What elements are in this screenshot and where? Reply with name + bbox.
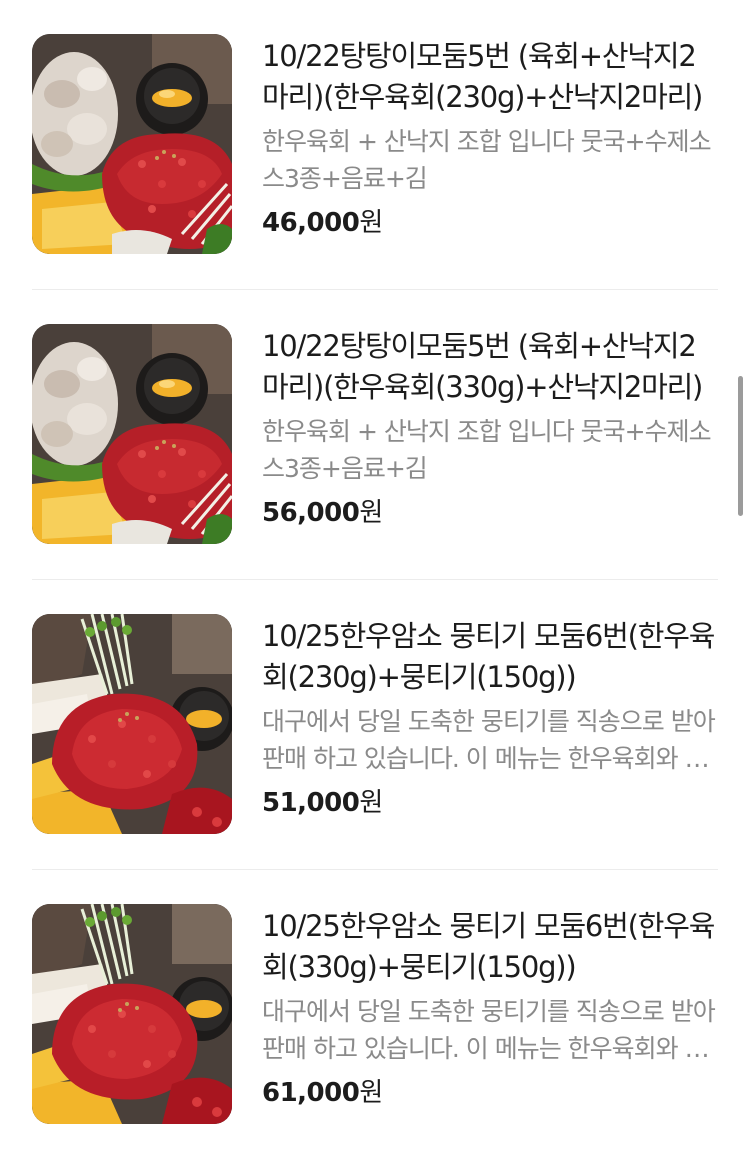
price-value: 51,000 xyxy=(262,788,360,818)
menu-item[interactable]: 10/25한우암소 뭉티기 모둠6번(한우육회(230g)+뭉티기(150g))… xyxy=(32,614,718,864)
menu-item-image xyxy=(32,324,232,544)
divider xyxy=(32,869,718,870)
price-currency: 원 xyxy=(359,788,383,818)
divider xyxy=(32,289,718,290)
menu-item-image xyxy=(32,904,232,1124)
menu-item-info: 10/22탕탕이모둠5번 (육회+산낙지2마리)(한우육회(330g)+산낙지2… xyxy=(262,324,718,530)
price-currency: 원 xyxy=(359,1078,383,1108)
price-value: 56,000 xyxy=(262,498,360,528)
price-currency: 원 xyxy=(359,208,383,238)
menu-item-image xyxy=(32,34,232,254)
price-value: 46,000 xyxy=(262,208,360,238)
menu-item-description: 대구에서 당일 도축한 뭉티기를 직송으로 받아 판매 하고 있습니다. 이 메… xyxy=(262,707,716,773)
menu-item-image xyxy=(32,614,232,834)
menu-item-price: 46,000원 xyxy=(262,206,718,240)
menu-item-description: 한우육회 + 산낙지 조합 입니다 뭇국+수제소스3종+음료+김 xyxy=(262,127,712,193)
menu-item-info: 10/25한우암소 뭉티기 모둠6번(한우육회(230g)+뭉티기(150g))… xyxy=(262,614,718,820)
divider xyxy=(32,579,718,580)
menu-item[interactable]: 10/22탕탕이모둠5번 (육회+산낙지2마리)(한우육회(230g)+산낙지2… xyxy=(32,34,718,284)
menu-item-title: 10/22탕탕이모둠5번 (육회+산낙지2마리)(한우육회(230g)+산낙지2… xyxy=(262,39,703,114)
menu-item-price: 51,000원 xyxy=(262,786,718,820)
menu-item-title: 10/25한우암소 뭉티기 모둠6번(한우육회(230g)+뭉티기(150g)) xyxy=(262,619,715,694)
menu-item-description: 한우육회 + 산낙지 조합 입니다 뭇국+수제소스3종+음료+김 xyxy=(262,417,712,483)
menu-item-description: 대구에서 당일 도축한 뭉티기를 직송으로 받아 판매 하고 있습니다. 이 메… xyxy=(262,997,716,1063)
menu-item-info: 10/25한우암소 뭉티기 모둠6번(한우육회(330g)+뭉티기(150g))… xyxy=(262,904,718,1110)
menu-item-price: 56,000원 xyxy=(262,496,718,530)
menu-item[interactable]: 10/22탕탕이모둠5번 (육회+산낙지2마리)(한우육회(330g)+산낙지2… xyxy=(32,324,718,574)
menu-item-info: 10/22탕탕이모둠5번 (육회+산낙지2마리)(한우육회(230g)+산낙지2… xyxy=(262,34,718,240)
scrollbar[interactable] xyxy=(738,376,743,516)
menu-item[interactable]: 10/25한우암소 뭉티기 모둠6번(한우육회(330g)+뭉티기(150g))… xyxy=(32,904,718,1154)
price-value: 61,000 xyxy=(262,1078,360,1108)
menu-item-title: 10/25한우암소 뭉티기 모둠6번(한우육회(330g)+뭉티기(150g)) xyxy=(262,909,715,984)
menu-item-title: 10/22탕탕이모둠5번 (육회+산낙지2마리)(한우육회(330g)+산낙지2… xyxy=(262,329,703,404)
price-currency: 원 xyxy=(359,498,383,528)
menu-item-price: 61,000원 xyxy=(262,1076,718,1110)
